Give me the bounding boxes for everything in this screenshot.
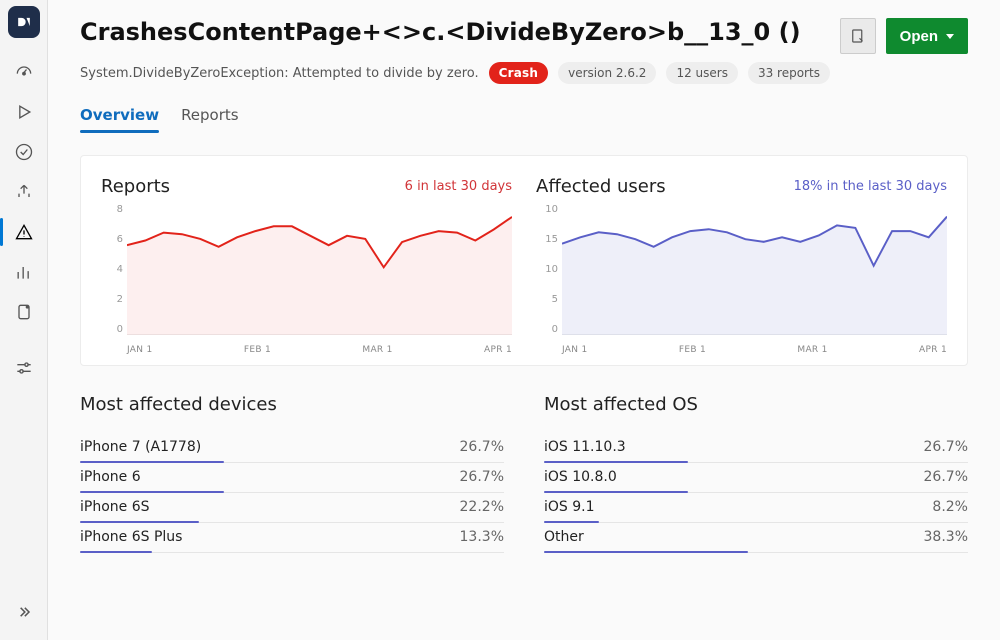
device-value: 26.7% <box>460 469 504 485</box>
device-label: iPhone 7 (A1778) <box>80 439 201 455</box>
analytics-icon <box>14 262 34 282</box>
chart-users-badge: 18% in the last 30 days <box>794 179 947 194</box>
chart-users: Affected users 18% in the last 30 days 1… <box>536 176 947 355</box>
os-table: Most affected OS iOS 11.10.326.7%iOS 10.… <box>544 394 968 553</box>
sidebar-item-distribute[interactable] <box>0 172 48 212</box>
sidebar-item-settings[interactable] <box>0 348 48 388</box>
os-row: iOS 10.8.0 26.7% <box>544 463 968 493</box>
pill-users: 12 users <box>666 62 738 84</box>
expand-icon <box>14 602 34 622</box>
devices-table: Most affected devices iPhone 7 (A1778) 26… <box>80 394 504 553</box>
chart-users-plot <box>562 209 947 335</box>
chart-users-svg <box>562 209 947 335</box>
chart-reports-svg <box>127 209 512 335</box>
chart-reports: Reports 6 in last 30 days 8 6 4 2 0 <box>101 176 512 355</box>
content: Reports 6 in last 30 days 8 6 4 2 0 <box>48 133 1000 553</box>
devices-title: Most affected devices <box>80 394 504 415</box>
device-icon <box>14 302 34 322</box>
chart-users-yaxis: 10 15 10 5 0 <box>536 205 558 335</box>
meta-row: System.DivideByZeroException: Attempted … <box>80 62 968 84</box>
tables-row: Most affected devices iPhone 7 (A1778) 26… <box>80 394 968 553</box>
device-label: iPhone 6S <box>80 499 150 515</box>
os-row: iOS 11.10.3 26.7% <box>544 433 968 463</box>
os-label: iOS 10.8.0 <box>544 469 617 485</box>
check-icon <box>14 142 34 162</box>
chart-reports-badge: 6 in last 30 days <box>405 179 512 194</box>
warning-icon <box>14 222 34 242</box>
header: CrashesContentPage+<>c.<DivideByZero>b__… <box>48 4 1000 133</box>
app-logo-glyph <box>14 12 34 32</box>
settings-icon <box>14 358 34 378</box>
chart-reports-title: Reports <box>101 176 170 197</box>
device-row: iPhone 6S 22.2% <box>80 493 504 523</box>
play-icon <box>14 102 34 122</box>
tab-overview[interactable]: Overview <box>80 106 159 132</box>
chart-reports-yaxis: 8 6 4 2 0 <box>101 205 123 335</box>
device-value: 22.2% <box>460 499 504 515</box>
chart-reports-plot <box>127 209 512 335</box>
os-label: iOS 9.1 <box>544 499 595 515</box>
device-bar <box>80 551 152 554</box>
annotate-button[interactable] <box>840 18 876 54</box>
os-value: 26.7% <box>924 469 968 485</box>
device-row: iPhone 6 26.7% <box>80 463 504 493</box>
pill-reports: 33 reports <box>748 62 830 84</box>
os-row: iOS 9.1 8.2% <box>544 493 968 523</box>
sidebar-item-build[interactable] <box>0 92 48 132</box>
device-value: 13.3% <box>460 529 504 545</box>
pill-crash: Crash <box>489 62 549 84</box>
os-value: 8.2% <box>932 499 968 515</box>
device-label: iPhone 6 <box>80 469 141 485</box>
sidebar-expand[interactable] <box>0 592 48 632</box>
sidebar-item-analytics[interactable] <box>0 252 48 292</box>
os-row: Other 38.3% <box>544 523 968 553</box>
sidebar-item-dashboard[interactable] <box>0 52 48 92</box>
main: CrashesContentPage+<>c.<DivideByZero>b__… <box>48 0 1000 640</box>
os-bar <box>544 551 748 554</box>
distribute-icon <box>14 182 34 202</box>
chevron-down-icon <box>946 34 954 39</box>
os-label: iOS 11.10.3 <box>544 439 626 455</box>
open-button-label: Open <box>900 28 938 45</box>
sidebar-item-device[interactable] <box>0 292 48 332</box>
sidebar-item-diagnostics[interactable] <box>0 212 48 252</box>
header-actions: Open <box>840 18 968 54</box>
device-label: iPhone 6S Plus <box>80 529 182 545</box>
os-value: 38.3% <box>924 529 968 545</box>
note-icon <box>849 27 867 45</box>
sidebar-item-test[interactable] <box>0 132 48 172</box>
chart-users-title: Affected users <box>536 176 666 197</box>
os-label: Other <box>544 529 584 545</box>
device-value: 26.7% <box>460 439 504 455</box>
chart-reports-xaxis: JAN 1 FEB 1 MAR 1 APR 1 <box>127 345 512 355</box>
os-title: Most affected OS <box>544 394 968 415</box>
sidebar <box>0 0 48 640</box>
charts-panel: Reports 6 in last 30 days 8 6 4 2 0 <box>80 155 968 366</box>
dashboard-icon <box>14 62 34 82</box>
exception-message: System.DivideByZeroException: Attempted … <box>80 66 479 81</box>
device-row: iPhone 6S Plus 13.3% <box>80 523 504 553</box>
chart-users-xaxis: JAN 1 FEB 1 MAR 1 APR 1 <box>562 345 947 355</box>
tabs: Overview Reports <box>80 106 968 133</box>
page-title: CrashesContentPage+<>c.<DivideByZero>b__… <box>80 18 840 47</box>
pill-version: version 2.6.2 <box>558 62 656 84</box>
tab-reports[interactable]: Reports <box>181 106 239 132</box>
device-row: iPhone 7 (A1778) 26.7% <box>80 433 504 463</box>
os-value: 26.7% <box>924 439 968 455</box>
open-button[interactable]: Open <box>886 18 968 54</box>
app-logo[interactable] <box>8 6 40 38</box>
